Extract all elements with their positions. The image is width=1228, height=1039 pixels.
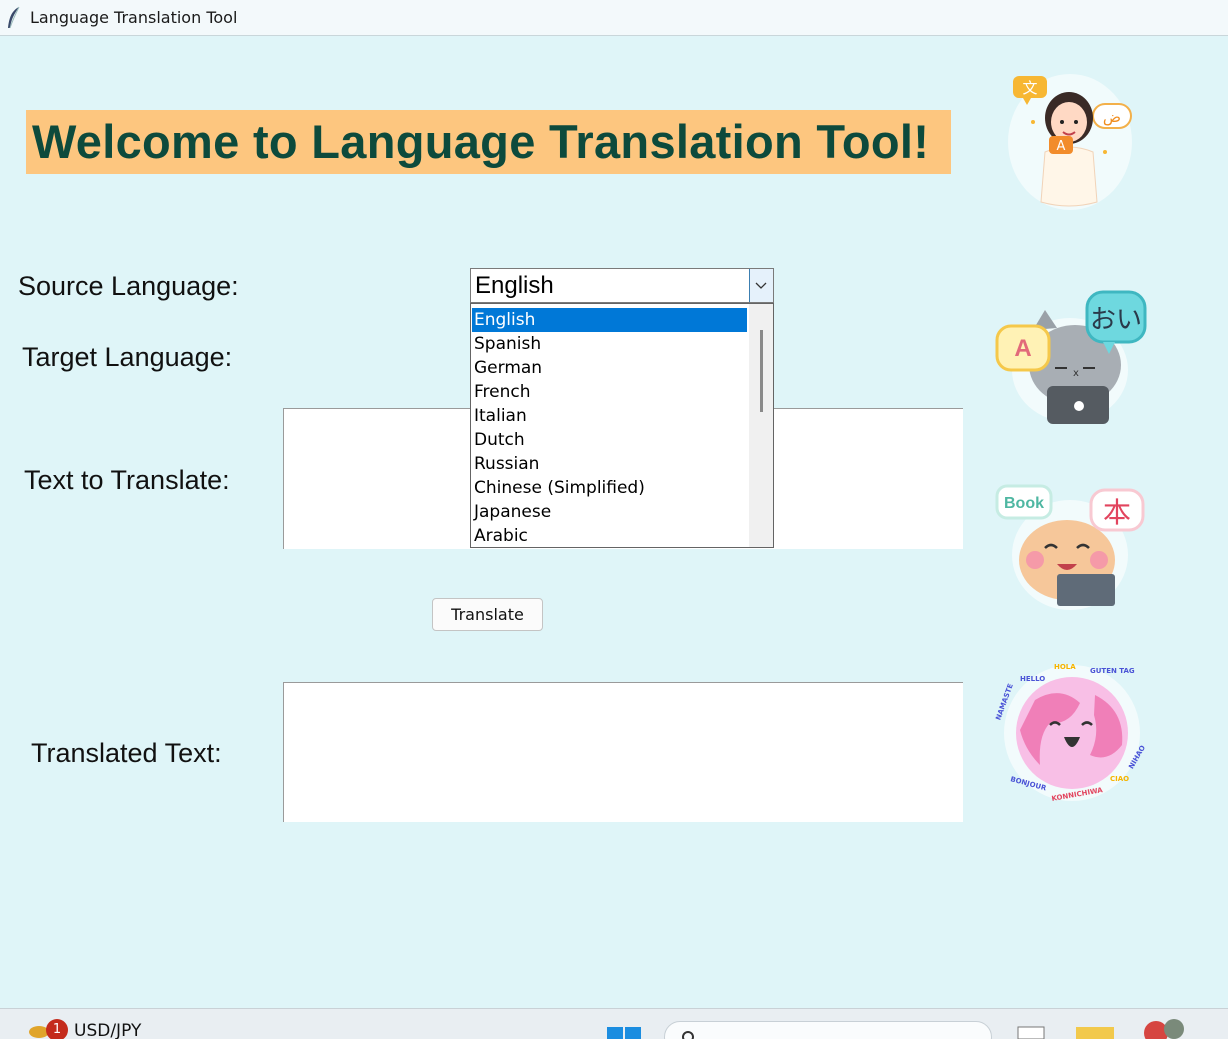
language-dropdown-list[interactable]: English Spanish German French Italian Dutch Ru…	[470, 303, 774, 548]
dropdown-option[interactable]: Chinese (Simplified)	[472, 476, 747, 500]
combobox-dropdown-button[interactable]	[749, 269, 773, 302]
svg-text:HOLA: HOLA	[1054, 663, 1076, 671]
globe-greetings-sticker: HELLO HOLA GUTEN TAG NAMASTE NIHAO CIAO …	[994, 663, 1147, 803]
dropdown-options: English Spanish German French Italian Dutch Ru…	[472, 308, 747, 547]
text-to-translate-label: Text to Translate:	[24, 465, 230, 495]
dropdown-option[interactable]: Spanish	[472, 332, 747, 356]
girl-card-text: A	[1057, 139, 1066, 154]
file-explorer-icon[interactable]	[1076, 1025, 1114, 1039]
dropdown-option[interactable]: German	[472, 356, 747, 380]
translate-button[interactable]: Translate	[432, 598, 543, 631]
hamster-bubble-left-text: Book	[1004, 495, 1044, 512]
source-language-label: Source Language:	[18, 271, 239, 301]
scrollbar-thumb[interactable]	[760, 330, 763, 412]
dropdown-option[interactable]: Japanese	[472, 500, 747, 524]
dropdown-option[interactable]: English	[472, 308, 747, 332]
target-language-label: Target Language:	[22, 342, 233, 372]
cat-bubble-left-text: A	[1014, 335, 1031, 362]
dropdown-option[interactable]: Italian	[472, 404, 747, 428]
notification-badge: 1	[46, 1019, 68, 1039]
chevron-down-icon	[755, 282, 767, 289]
svg-text:CIAO: CIAO	[1110, 775, 1129, 783]
dropdown-option[interactable]: Arabic	[472, 524, 747, 547]
dropdown-scrollbar[interactable]	[749, 304, 773, 547]
window-title: Language Translation Tool	[30, 8, 238, 27]
girl-translator-sticker: 文 ض A	[1008, 74, 1132, 210]
svg-text:GUTEN TAG: GUTEN TAG	[1090, 667, 1135, 675]
translated-text-label: Translated Text:	[31, 738, 222, 768]
hamster-book-sticker: Book 本	[995, 484, 1145, 610]
window-titlebar: Language Translation Tool	[0, 0, 1228, 36]
dropdown-option[interactable]: Russian	[472, 452, 747, 476]
currency-ticker[interactable]: USD/JPY	[74, 1021, 141, 1039]
svg-text:x: x	[1073, 368, 1079, 379]
girl-bubble-left-text: 文	[1022, 79, 1037, 97]
girl-bubble-right-text: ض	[1103, 108, 1121, 126]
dropdown-option[interactable]: Dutch	[472, 428, 747, 452]
translated-text-output[interactable]	[283, 682, 963, 822]
source-language-combobox[interactable]: English	[470, 268, 774, 303]
feather-icon	[8, 6, 20, 29]
welcome-heading: Welcome to Language Translation Tool!	[32, 115, 930, 168]
cat-bubble-right-text: おい	[1090, 305, 1142, 335]
task-view-icon[interactable]	[1016, 1025, 1046, 1039]
svg-text:HELLO: HELLO	[1020, 675, 1045, 683]
app-icon[interactable]	[1142, 1019, 1190, 1039]
cat-laptop-sticker: x A おい	[995, 290, 1147, 424]
os-taskbar: 1 USD/JPY	[0, 1008, 1228, 1039]
source-language-value: English	[475, 272, 554, 299]
dropdown-option[interactable]: French	[472, 380, 747, 404]
welcome-banner: Welcome to Language Translation Tool!	[26, 110, 951, 174]
taskbar-search-box[interactable]	[664, 1021, 992, 1039]
windows-start-icon[interactable]	[607, 1027, 643, 1039]
hamster-bubble-right-text: 本	[1103, 496, 1131, 529]
